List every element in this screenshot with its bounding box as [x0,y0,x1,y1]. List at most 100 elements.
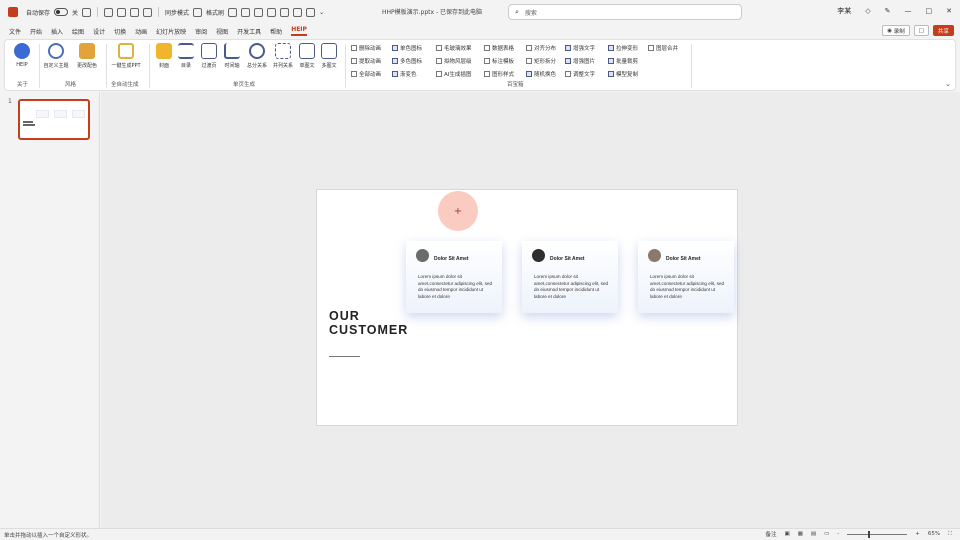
checkbox-icon[interactable] [306,7,316,17]
tab-insert[interactable]: 插入 [51,27,63,36]
checkbox-box[interactable] [565,45,571,51]
format-painter-button[interactable]: 格式刷 [206,8,224,17]
checkbox-box[interactable] [484,45,490,51]
shape-icon[interactable] [130,7,140,17]
diamond-icon[interactable]: ◇ [865,7,870,15]
sync-mode-button[interactable]: 同步模式 [165,8,189,17]
tab-design[interactable]: 设计 [93,27,105,36]
checkbox-random-color[interactable]: 随机换色 [526,70,556,78]
change-color-button[interactable]: 更改配色 [72,43,102,69]
checkbox-box[interactable] [526,45,532,51]
tab-home[interactable]: 开始 [30,27,42,36]
tab-help[interactable]: 帮助 [270,27,282,36]
checkbox-delete-animation[interactable]: 删除动画 [351,44,381,52]
checkbox-adjust-text[interactable]: 调整文字 [565,70,595,78]
checkbox-align-distribute[interactable]: 对齐分布 [526,44,556,52]
checkbox-rect-split[interactable]: 矩形拆分 [526,57,556,65]
bracket-icon[interactable] [228,7,238,17]
checkbox-box[interactable] [436,71,442,77]
checkbox-enhance-image[interactable]: 增强图片 [565,57,595,65]
tab-slideshow[interactable]: 幻灯片放映 [156,27,186,36]
checkbox-mono-icon[interactable]: 单色图标 [392,44,422,52]
checkbox-all-animation[interactable]: 全部动画 [351,70,381,78]
record-button[interactable]: ◉ 录制 [882,25,910,36]
align-icon[interactable] [267,7,277,17]
checkbox-box[interactable] [648,45,654,51]
checkbox-skeuo-layer[interactable]: 拟物风层级 [436,57,472,65]
close-box-icon[interactable] [293,7,303,17]
checkbox-shape-style[interactable]: 图形样式 [484,70,514,78]
customer-card[interactable]: Dolor Sit Amet Lorem ipsum dolor sit ame… [522,241,618,313]
checkbox-extract-animation[interactable]: 提取动画 [351,57,381,65]
heip-button[interactable]: HEIP [7,43,37,68]
bracket-icon[interactable] [241,7,251,17]
tab-heip[interactable]: HEIP [291,26,307,36]
checkbox-ai-illustration[interactable]: AI生成插图 [436,70,471,78]
checkbox-box[interactable] [565,58,571,64]
tab-developer[interactable]: 开发工具 [237,27,261,36]
heading-underline[interactable] [329,356,360,357]
checkbox-multicolor-icon[interactable]: 多色图标 [392,57,422,65]
chevron-down-icon[interactable]: ⌄ [945,80,951,88]
customer-card[interactable]: Dolor Sit Amet Lorem ipsum dolor sit ame… [638,241,734,313]
comment-button[interactable]: □ [913,25,929,36]
zoom-level[interactable]: 65% [928,531,940,537]
pen-icon[interactable] [143,7,153,17]
checkbox-box[interactable] [484,71,490,77]
checkbox-box[interactable] [565,71,571,77]
checkbox-box[interactable] [608,45,614,51]
save-icon[interactable] [82,7,92,17]
pen-icon[interactable]: ✎ [885,7,891,15]
notes-button[interactable]: 备注 [765,530,776,538]
checkbox-box[interactable] [351,58,357,64]
checkbox-box[interactable] [392,58,398,64]
share-button[interactable]: 共享 [932,25,954,36]
slideshow-icon[interactable]: ▭ [824,531,829,537]
distribute-icon[interactable] [280,7,290,17]
checkbox-data-table[interactable]: 数据表格 [484,44,514,52]
checkbox-gradient[interactable]: 渐变色 [392,70,417,78]
redo-icon[interactable] [117,7,127,17]
reading-view-icon[interactable]: ▤ [811,531,816,537]
checkbox-box[interactable] [351,45,357,51]
more-icon[interactable]: ⌄ [319,9,324,16]
maximize-icon[interactable]: □ [926,7,933,15]
checkbox-stretch[interactable]: 拉伸变形 [608,44,638,52]
checkbox-box[interactable] [526,58,532,64]
zoom-in-button[interactable]: + [915,531,920,537]
minimize-icon[interactable]: — [905,7,912,15]
fit-slide-icon[interactable]: ⛶ [948,531,952,538]
grid-icon[interactable] [254,7,264,17]
checkbox-box[interactable] [484,58,490,64]
checkbox-box[interactable] [392,71,398,77]
tab-draw[interactable]: 绘图 [72,27,84,36]
close-icon[interactable]: ✕ [946,7,952,15]
checkbox-enhance-text[interactable]: 增强文字 [565,44,595,52]
checkbox-annotation-template[interactable]: 标注模板 [484,57,514,65]
checkbox-box[interactable] [351,71,357,77]
custom-theme-button[interactable]: 自定义主题 [41,43,71,69]
tab-file[interactable]: 文件 [9,27,21,36]
checkbox-box[interactable] [436,45,442,51]
checkbox-box[interactable] [608,71,614,77]
slide-thumbnail[interactable] [18,99,90,140]
checkbox-box[interactable] [526,71,532,77]
zoom-slider-thumb[interactable] [867,530,870,538]
zoom-out-button[interactable]: - [837,531,839,537]
undo-icon[interactable] [104,7,114,17]
normal-view-icon[interactable]: ▣ [784,531,789,537]
autosave-toggle[interactable] [54,8,69,16]
slide-heading[interactable]: OUR CUSTOMER [329,309,408,337]
checkbox-glass-effect[interactable]: 毛玻璃效果 [436,44,472,52]
one-click-ppt-button[interactable]: 一键生成PPT [111,43,141,69]
checkbox-box[interactable] [436,58,442,64]
checkbox-box[interactable] [392,45,398,51]
checkbox-model-copy[interactable]: 模型复制 [608,70,638,78]
checkbox-batch-crop[interactable]: 批量裁剪 [608,57,638,65]
align-left-icon[interactable] [193,7,203,17]
search-box[interactable]: ⌕ 搜索 [508,4,742,20]
user-name[interactable]: 李某 [837,6,851,16]
tab-review[interactable]: 审阅 [195,27,207,36]
document-title[interactable]: HHP模板演示.pptx - 已保存到此电脑 [382,7,482,16]
tab-view[interactable]: 视图 [216,27,228,36]
